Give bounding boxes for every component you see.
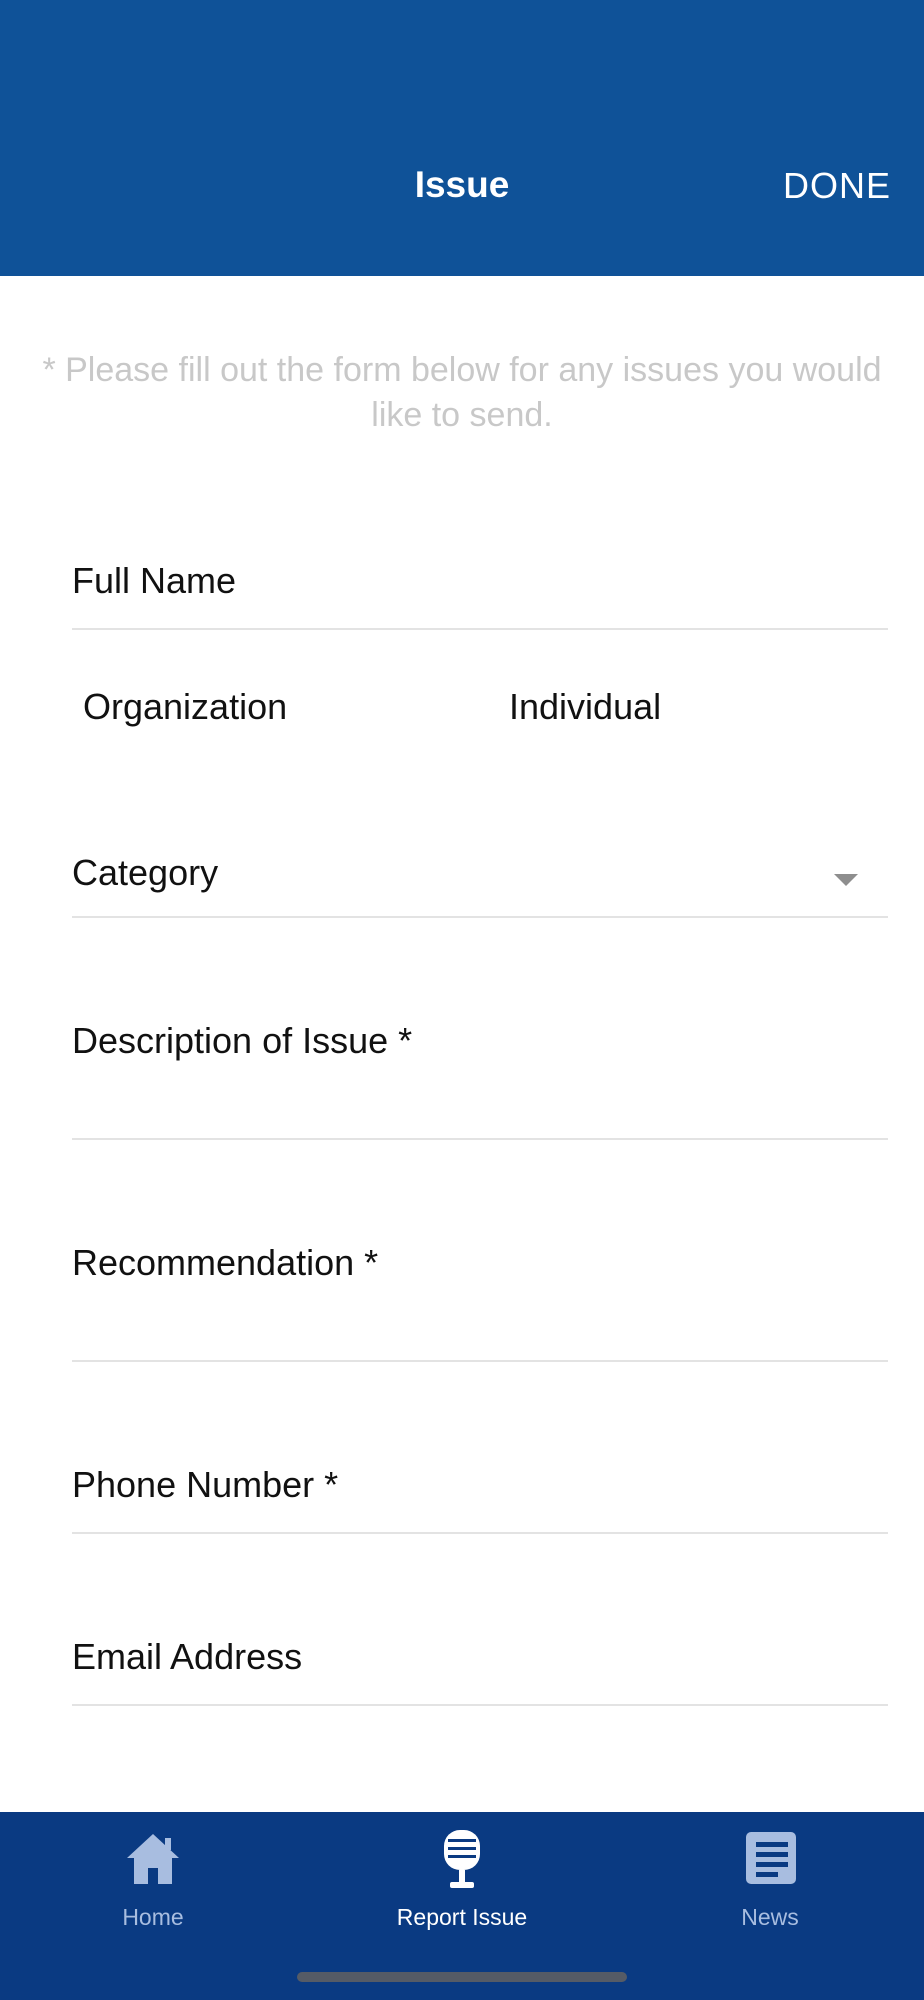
tab-report-issue-label: Report Issue (396, 1904, 528, 1930)
done-button[interactable]: DONE (783, 165, 891, 207)
form-instructions: * Please fill out the form below for any… (42, 351, 882, 434)
issue-screen: Issue DONE * Please fill out the form be… (0, 0, 924, 2000)
phone-field[interactable]: Phone Number * (72, 1430, 888, 1534)
full-name-field[interactable]: Full Name (72, 540, 888, 630)
category-dropdown[interactable]: Category (72, 830, 888, 918)
tab-home[interactable]: Home (53, 1812, 253, 1932)
recommendation-field[interactable]: Recommendation * (72, 1202, 888, 1362)
chevron-down-icon (834, 874, 858, 886)
tab-news-label: News (741, 1904, 799, 1930)
tab-report-issue[interactable]: Report Issue (362, 1812, 562, 1932)
header-bar: Issue DONE (0, 0, 924, 276)
category-label: Category (72, 852, 219, 893)
home-indicator[interactable] (297, 1972, 627, 1982)
home-icon (125, 1830, 181, 1891)
tab-news[interactable]: News (670, 1812, 870, 1932)
recommendation-label: Recommendation * (72, 1242, 379, 1283)
description-field[interactable]: Description of Issue * (72, 980, 888, 1140)
option-organization[interactable]: Organization (83, 686, 287, 728)
email-field[interactable]: Email Address (72, 1602, 888, 1706)
description-label: Description of Issue * (72, 1020, 413, 1061)
full-name-label: Full Name (72, 560, 237, 601)
option-individual[interactable]: Individual (509, 686, 661, 728)
tab-home-label: Home (122, 1904, 184, 1930)
phone-label: Phone Number * (72, 1464, 339, 1505)
microphone-icon (440, 1830, 484, 1895)
email-label: Email Address (72, 1636, 303, 1677)
news-icon (742, 1830, 798, 1891)
